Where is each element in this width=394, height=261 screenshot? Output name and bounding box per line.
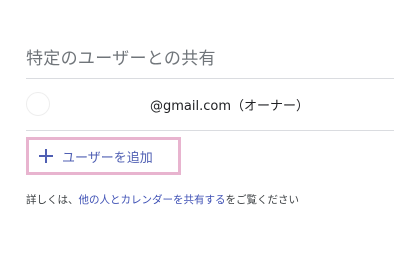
help-text-suffix: をご覧ください: [226, 194, 300, 206]
add-user-button[interactable]: ユーザーを追加: [26, 137, 181, 175]
help-link-share-calendar[interactable]: 他の人とカレンダーを共有する: [79, 194, 226, 206]
help-text-prefix: 詳しくは、: [26, 194, 79, 206]
divider: [26, 130, 394, 131]
add-user-label: ユーザーを追加: [62, 147, 153, 166]
avatar: [26, 92, 50, 116]
shared-user-email: @gmail.com（オーナー）: [150, 95, 309, 114]
section-title: 特定のユーザーとの共有: [26, 44, 216, 69]
help-text: 詳しくは、他の人とカレンダーを共有するをご覧ください: [26, 192, 299, 207]
share-list-item: @gmail.com（オーナー）: [26, 79, 394, 130]
share-settings-panel: 特定のユーザーとの共有 @gmail.com（オーナー） ユーザーを追加 詳しく…: [0, 0, 394, 261]
plus-icon: [39, 149, 53, 163]
